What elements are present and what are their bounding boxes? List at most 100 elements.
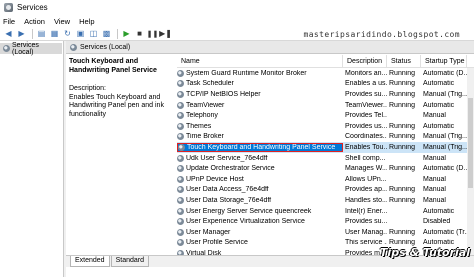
restart-service-icon[interactable]: ▶❚ — [159, 28, 172, 39]
toolbar-separator — [117, 28, 118, 39]
service-startup-type: Manual (Trig... — [423, 133, 467, 141]
service-description: Provides us... — [345, 122, 387, 130]
menu-file[interactable]: File — [3, 17, 15, 26]
column-header-startup-type[interactable]: Startup Type — [421, 55, 467, 67]
stop-service-icon[interactable]: ■ — [134, 28, 145, 39]
service-name-cell: System Guard Runtime Monitor Broker — [177, 69, 343, 77]
table-row[interactable]: Udk User Service_76e4dff Shell comp... Man… — [177, 153, 474, 164]
column-header-status[interactable]: Status — [387, 55, 421, 67]
selected-service-name: Touch Keyboard and Handwriting Panel Ser… — [69, 58, 157, 74]
service-startup-type: Manual (Trig... — [423, 143, 467, 151]
tab-extended[interactable]: Extended — [70, 256, 110, 267]
show-tree-icon[interactable]: ▤ — [36, 28, 47, 39]
gear-icon — [70, 43, 77, 51]
help-icon[interactable]: ◫ — [88, 28, 99, 39]
table-row[interactable]: UPnP Device Host Allows UPn... Manual — [177, 174, 474, 185]
table-row[interactable]: User Energy Server Service queencreek Int… — [177, 206, 474, 217]
table-row[interactable]: User Manager User Manag... Running Automati… — [177, 227, 474, 238]
service-description: Provides Tel... — [345, 112, 387, 120]
menu-help[interactable]: Help — [79, 17, 94, 26]
toolbar-separator — [32, 28, 33, 39]
table-row[interactable]: Update Orchestrator Service Manages W... R… — [177, 163, 474, 174]
service-name-cell: User Profile Service — [177, 239, 343, 247]
table-row[interactable]: Touch Keyboard and Handwriting Panel Ser… — [177, 142, 474, 153]
window-title: Services — [17, 3, 48, 12]
service-startup-type: Automatic — [423, 101, 455, 109]
service-name-cell: User Energy Server Service queencreek — [177, 207, 343, 215]
service-status: Running — [389, 196, 416, 204]
description-pane: Touch Keyboard and Handwriting Panel Ser… — [66, 55, 176, 122]
service-startup-type: Disabled — [423, 218, 451, 226]
refresh-icon[interactable]: ↻ — [62, 28, 73, 39]
pause-service-icon[interactable]: ❚❚ — [147, 28, 159, 39]
service-description: Provides su... — [345, 90, 387, 98]
properties-icon[interactable]: ▦ — [49, 28, 60, 39]
table-row[interactable]: Telephony Provides Tel... Manual — [177, 110, 474, 121]
service-name: TeamViewer — [186, 101, 225, 109]
back-arrow-icon[interactable]: ◀ — [3, 28, 14, 39]
gear-icon — [177, 207, 184, 215]
table-row[interactable]: User Experience Virtualization Service Pr… — [177, 216, 474, 227]
service-startup-type: Manual (Trig... — [423, 90, 467, 98]
panel-header: Services (Local) — [66, 41, 474, 54]
service-startup-type: Automatic — [423, 122, 455, 130]
table-row[interactable]: Themes Provides us... Running Automatic — [177, 121, 474, 132]
service-description: Provides ap... — [345, 186, 387, 194]
service-name: Update Orchestrator Service — [186, 165, 275, 173]
service-name-cell: Telephony — [177, 112, 343, 120]
export-list-icon[interactable]: ▣ — [75, 28, 86, 39]
column-header-name[interactable]: Name — [177, 55, 343, 67]
table-row[interactable]: User Data Storage_76e4dff Handles sto... R… — [177, 195, 474, 206]
service-description: Allows UPn... — [345, 175, 387, 183]
description-label: Description: — [69, 85, 106, 92]
table-row[interactable]: TCP/IP NetBIOS Helper Provides su... Runni… — [177, 89, 474, 100]
service-status: Running — [389, 186, 416, 194]
service-name-cell: Udk User Service_76e4dff — [177, 154, 343, 162]
start-service-icon[interactable]: ▶ — [121, 28, 132, 39]
vertical-scrollbar[interactable] — [467, 68, 474, 263]
service-description: Enables a us... — [345, 80, 387, 88]
service-name-cell: TeamViewer — [177, 101, 343, 109]
gear-icon — [177, 112, 184, 120]
service-name: User Experience Virtualization Service — [186, 218, 305, 226]
service-startup-type: Manual — [423, 112, 446, 120]
gear-icon — [177, 239, 184, 247]
service-name-cell: User Data Storage_76e4dff — [177, 196, 343, 204]
service-name-cell: Task Scheduler — [177, 80, 343, 88]
service-startup-type: Automatic — [423, 80, 455, 88]
service-description: TeamViewer... — [345, 101, 387, 109]
menu-view[interactable]: View — [54, 17, 70, 26]
service-startup-type: Automatic (Tr... — [423, 228, 467, 236]
service-name: User Manager — [186, 228, 231, 236]
table-row[interactable]: Time Broker Coordinates... Running Manual (… — [177, 132, 474, 143]
table-row[interactable]: Task Scheduler Enables a us... Running Auto… — [177, 79, 474, 90]
services-panel: Services (Local) Touch Keyboard and Hand… — [66, 41, 474, 277]
column-header-description[interactable]: Description — [343, 55, 387, 67]
menu-bar: File Action View Help — [0, 15, 474, 27]
brand-logo: Tips & Tutorial — [379, 246, 470, 259]
service-status: Running — [389, 165, 416, 173]
gear-icon — [177, 165, 184, 173]
forward-arrow-icon[interactable]: ▶ — [16, 28, 27, 39]
table-row[interactable]: System Guard Runtime Monitor Broker Monit… — [177, 68, 474, 79]
services-app-icon — [4, 3, 13, 12]
menu-action[interactable]: Action — [24, 17, 45, 26]
service-status: Running — [389, 228, 416, 236]
service-startup-type: Manual — [423, 175, 446, 183]
service-name: User Data Access_76e4dff — [186, 186, 269, 194]
service-name-cell: TCP/IP NetBIOS Helper — [177, 90, 343, 98]
tab-standard[interactable]: Standard — [110, 256, 150, 267]
console-icon[interactable]: ▩ — [101, 28, 112, 39]
tree-item-services-local[interactable]: Services (Local) — [0, 42, 62, 56]
table-row[interactable]: TeamViewer TeamViewer... Running Automatic — [177, 100, 474, 111]
gear-icon — [3, 45, 10, 52]
service-name-cell: User Experience Virtualization Service — [177, 218, 343, 226]
service-status: Running — [389, 69, 416, 77]
table-row[interactable]: User Data Access_76e4dff Provides ap... Ru… — [177, 185, 474, 196]
service-name-cell: User Manager — [177, 228, 343, 236]
gear-icon — [177, 175, 184, 183]
service-description: Shell comp... — [345, 154, 386, 162]
service-description: Coordinates... — [345, 133, 387, 141]
service-name: Task Scheduler — [186, 80, 234, 88]
scrollbar-thumb[interactable] — [468, 98, 473, 188]
